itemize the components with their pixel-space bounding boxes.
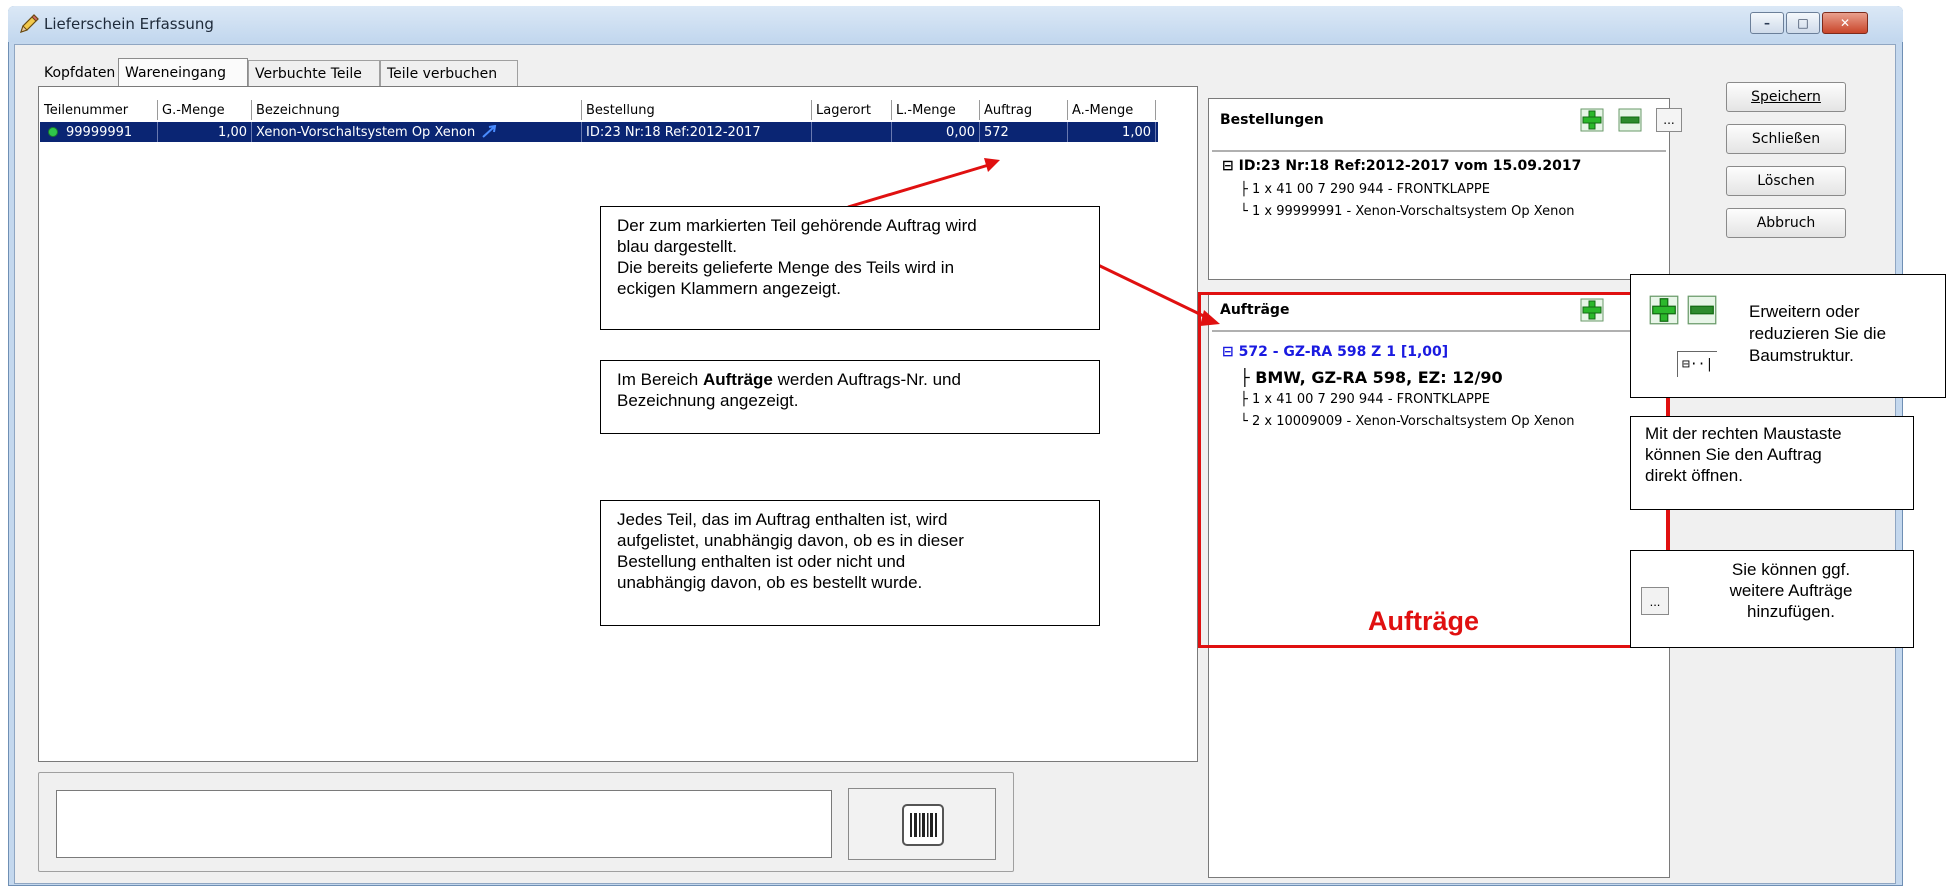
barcode-scan-button[interactable] <box>848 788 996 860</box>
barcode-icon <box>902 804 944 846</box>
auftraege-highlight-box <box>1198 292 1670 648</box>
maximize-button[interactable]: □ <box>1786 12 1820 34</box>
callout-line: Baumstruktur. <box>1749 346 1854 365</box>
callout-line: unabhängig davon, ob es bestellt wurde. <box>617 573 923 592</box>
column-header-auftrag[interactable]: Auftrag <box>980 100 1068 120</box>
column-header-bestellung[interactable]: Bestellung <box>582 100 812 120</box>
callout-text-block: Sie können ggf. weitere Aufträge hinzufü… <box>1681 559 1901 622</box>
column-header-bezeichnung[interactable]: Bezeichnung <box>252 100 582 120</box>
cell-l-menge: 0,00 <box>892 122 980 142</box>
tab-teile-verbuchen[interactable]: Teile verbuchen <box>380 60 518 86</box>
callout-line: Der zum markierten Teil gehörende Auftra… <box>617 216 977 235</box>
callout-line: weitere Aufträge <box>1729 581 1853 600</box>
callout-text: werden Auftrags-Nr. und <box>772 370 961 389</box>
tab-kopfdaten[interactable]: Kopfdaten <box>38 60 118 86</box>
add-orders-button: ... <box>1641 587 1669 615</box>
callout-teile-aufgelistet: Jedes Teil, das im Auftrag enthalten ist… <box>600 500 1100 626</box>
barcode-input[interactable] <box>56 790 832 858</box>
callout-line: blau dargestellt. <box>617 237 738 256</box>
save-button-label: Speichern <box>1751 89 1821 105</box>
save-button[interactable]: Speichern <box>1726 82 1846 112</box>
close-dialog-button[interactable]: Schließen <box>1726 124 1846 154</box>
status-dot-icon <box>48 127 58 137</box>
bestellungen-title: Bestellungen <box>1220 112 1324 128</box>
bestellung-tree-item[interactable]: ├ 1 x 41 00 7 290 944 - FRONTKLAPPE <box>1240 182 1490 197</box>
callout-line: direkt öffnen. <box>1645 466 1743 485</box>
tab-verbuchte-teile[interactable]: Verbuchte Teile <box>248 60 380 86</box>
title-bar[interactable] <box>8 6 1903 42</box>
divider <box>1212 150 1666 152</box>
callout-line: Sie können ggf. <box>1731 560 1851 579</box>
callout-line: aufgelistet, unabhängig davon, ob es in … <box>617 531 964 550</box>
bestellung-root-label: ID:23 Nr:18 Ref:2012-2017 vom 15.09.2017 <box>1238 158 1582 174</box>
callout-line: Mit der rechten Maustaste <box>1645 424 1842 443</box>
delete-button[interactable]: Löschen <box>1726 166 1846 196</box>
minus-icon[interactable] <box>1618 108 1642 132</box>
callout-auftrag-blau: Der zum markierten Teil gehörende Auftra… <box>600 206 1100 330</box>
callout-line: Erweitern oder <box>1749 302 1860 321</box>
callout-line: eckigen Klammern angezeigt. <box>617 279 841 298</box>
callout-line: hinzufügen. <box>1747 602 1835 621</box>
callout-text: Im Bereich <box>617 370 703 389</box>
bestellung-item-label: 1 x 99999991 - Xenon-Vorschaltsystem Op … <box>1251 204 1575 219</box>
minus-icon <box>1687 295 1717 325</box>
column-header-a-menge[interactable]: A.-Menge <box>1068 100 1156 120</box>
callout-line: Die bereits gelieferte Menge des Teils w… <box>617 258 955 277</box>
cell-a-menge: 1,00 <box>1068 122 1156 142</box>
callout-line: Jedes Teil, das im Auftrag enthalten ist… <box>617 510 948 529</box>
callout-bold-text: Aufträge <box>702 370 773 389</box>
callout-line: Bezeichnung angezeigt. <box>617 391 799 410</box>
bestellung-tree-root[interactable]: ⊟ ID:23 Nr:18 Ref:2012-2017 vom 15.09.20… <box>1222 158 1581 174</box>
cell-auftrag: 572 <box>980 122 1068 142</box>
tab-wareneingang[interactable]: Wareneingang <box>118 58 248 86</box>
plus-icon <box>1649 295 1679 325</box>
close-button[interactable]: ✕ <box>1822 12 1868 34</box>
callout-line: reduzieren Sie die <box>1749 324 1887 343</box>
column-header-teilenummer[interactable]: Teilenummer <box>40 100 158 120</box>
cancel-button[interactable]: Abbruch <box>1726 208 1846 238</box>
tree-collapse-icon: ⊟··| <box>1677 351 1718 377</box>
pencil-icon <box>20 14 39 33</box>
callout-line: können Sie den Auftrag <box>1645 445 1822 464</box>
callout-text-block: Erweitern oder reduzieren Sie die Baumst… <box>1749 301 1886 367</box>
cell-teilenummer: 99999991 <box>62 122 158 142</box>
link-arrow-icon[interactable] <box>481 125 497 139</box>
window-title: Lieferschein Erfassung <box>44 15 214 33</box>
bestellung-item-label: 1 x 41 00 7 290 944 - FRONTKLAPPE <box>1251 182 1490 197</box>
callout-line: Bestellung enthalten ist oder nicht und <box>617 552 906 571</box>
column-header-l-menge[interactable]: L.-Menge <box>892 100 980 120</box>
callout-weitere-auftraege: ... Sie können ggf. weitere Aufträge hin… <box>1630 550 1914 648</box>
auftraege-big-label: Aufträge <box>1368 606 1480 636</box>
column-header-g-menge[interactable]: G.-Menge <box>158 100 252 120</box>
cell-bezeichnung: Xenon-Vorschaltsystem Op Xenon <box>252 122 582 142</box>
callout-line: Im Bereich Aufträge werden Auftrags-Nr. … <box>617 369 1083 390</box>
minimize-button[interactable]: – <box>1750 12 1784 34</box>
cell-bestellung: ID:23 Nr:18 Ref:2012-2017 <box>582 122 812 142</box>
bestellung-tree-item[interactable]: └ 1 x 99999991 - Xenon-Vorschaltsystem O… <box>1240 204 1575 219</box>
cell-lagerort <box>812 122 892 142</box>
cell-bezeichnung-text: Xenon-Vorschaltsystem Op Xenon <box>256 124 476 140</box>
callout-auftraege-bereich: Im Bereich Aufträge werden Auftrags-Nr. … <box>600 360 1100 434</box>
column-header-lagerort[interactable]: Lagerort <box>812 100 892 120</box>
callout-baumstruktur: ⊟··| Erweitern oder reduzieren Sie die B… <box>1630 274 1946 398</box>
plus-icon[interactable] <box>1580 108 1604 132</box>
callout-rechte-maustaste: Mit der rechten Maustaste können Sie den… <box>1630 416 1914 510</box>
cell-g-menge: 1,00 <box>158 122 252 142</box>
bestellungen-more-button[interactable]: ... <box>1656 108 1682 132</box>
